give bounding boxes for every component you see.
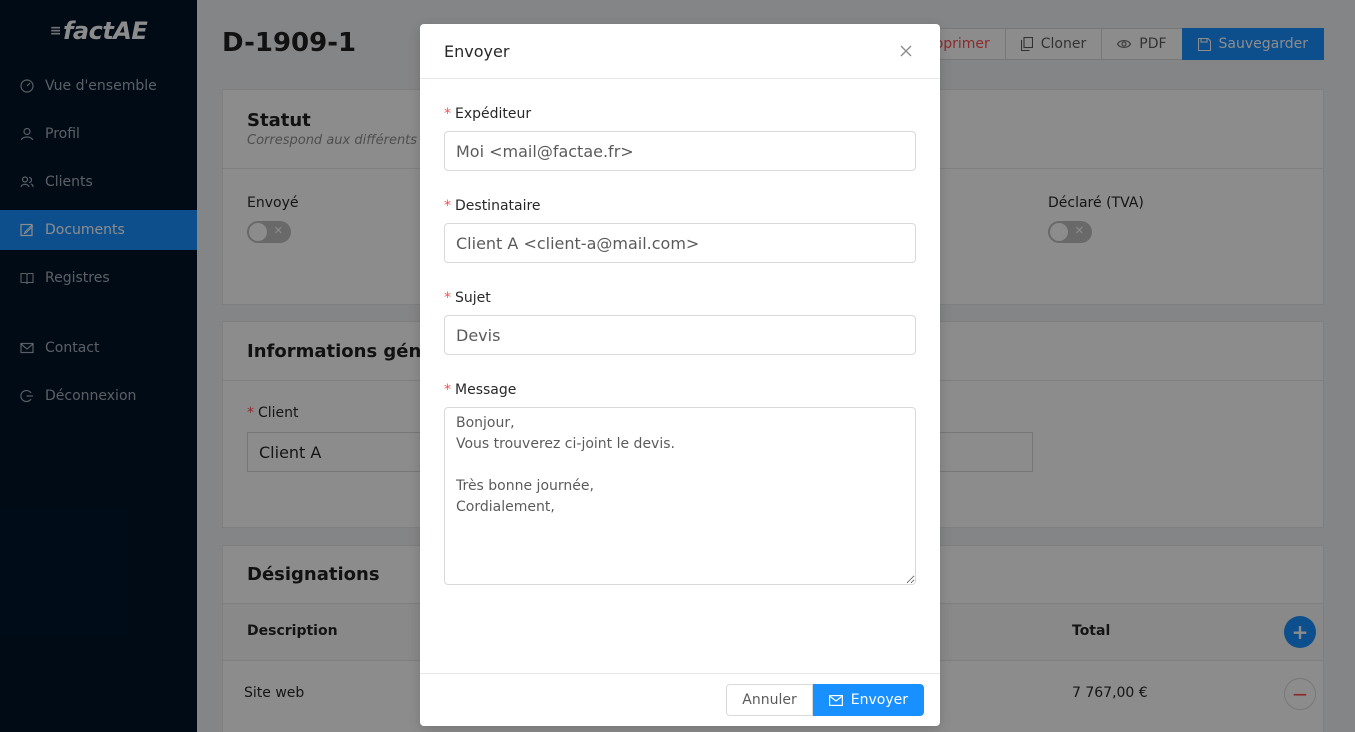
sender-label-text: Expéditeur (455, 106, 532, 122)
message-label: * Message (444, 379, 916, 401)
subject-label: * Sujet (444, 287, 916, 309)
sender-label: * Expéditeur (444, 103, 916, 125)
modal-body: *Expéditeur *Destinataire *Sujet *Messag… (420, 79, 940, 589)
subject-input[interactable] (444, 315, 916, 355)
message-textarea[interactable]: Bonjour, Vous trouverez ci-joint le devi… (444, 407, 916, 585)
recipient-form-item: * Destinataire (444, 195, 916, 263)
mail-icon (828, 694, 843, 706)
close-icon (900, 45, 912, 57)
message-label-text: Message (455, 382, 517, 398)
sender-input[interactable] (444, 131, 916, 171)
recipient-label: * Destinataire (444, 195, 916, 217)
recipient-label-text: Destinataire (455, 198, 541, 214)
cancel-button[interactable]: Annuler (726, 684, 813, 716)
modal-title: Envoyer (444, 41, 510, 61)
message-form-item: * Message Bonjour, Vous trouverez ci-join… (444, 379, 916, 589)
send-modal: Envoyer *Expéditeur *Destinataire *Sujet… (420, 24, 940, 726)
modal-footer: Annuler Envoyer (420, 673, 940, 726)
required-mark: * (444, 198, 451, 214)
required-mark: * (444, 290, 451, 306)
send-button-label: Envoyer (850, 692, 908, 708)
sender-form-item: * Expéditeur (444, 103, 916, 171)
close-button[interactable] (896, 41, 916, 61)
send-button[interactable]: Envoyer (812, 684, 924, 716)
required-mark: * (444, 382, 451, 398)
modal-header: Envoyer (420, 24, 940, 79)
recipient-input[interactable] (444, 223, 916, 263)
subject-form-item: * Sujet (444, 287, 916, 355)
subject-label-text: Sujet (455, 290, 491, 306)
cancel-button-label: Annuler (742, 692, 797, 708)
required-mark: * (444, 106, 451, 122)
